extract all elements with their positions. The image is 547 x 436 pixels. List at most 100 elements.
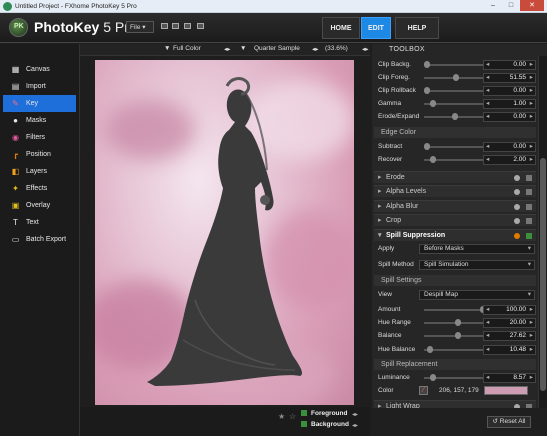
maximize-button[interactable]: □ bbox=[502, 0, 520, 11]
reset-icon[interactable] bbox=[514, 189, 520, 195]
photokey-logo: PK bbox=[9, 18, 28, 37]
quality-stepper[interactable]: ◂▸ bbox=[312, 45, 319, 53]
clip-foreground-slider[interactable] bbox=[424, 74, 486, 81]
nav-home[interactable]: HOME bbox=[322, 17, 360, 39]
slider-knob[interactable] bbox=[452, 113, 458, 120]
sidebar-item-filters[interactable]: ◉ Filters bbox=[3, 129, 76, 146]
slider-knob[interactable] bbox=[429, 100, 436, 107]
panel-alpha-levels[interactable]: ▸ Alpha Levels bbox=[374, 185, 536, 197]
gamma-spinner[interactable]: ◂ 1.00 ▸ bbox=[483, 99, 536, 109]
recover-slider[interactable] bbox=[424, 156, 486, 163]
hue-range-spinner[interactable]: ◂ 20.00 ▸ bbox=[483, 318, 536, 328]
foreground-stepper[interactable]: ◂▸ bbox=[352, 411, 358, 418]
color-mode-select[interactable]: Full Color bbox=[173, 45, 201, 52]
slider-knob[interactable] bbox=[429, 156, 436, 163]
slider-knob[interactable] bbox=[426, 346, 433, 353]
slider-knob[interactable] bbox=[424, 143, 430, 150]
sidebar-item-batch-export[interactable]: ▭ Batch Export bbox=[3, 231, 76, 248]
enable-toggle[interactable] bbox=[526, 218, 532, 224]
slider-knob[interactable] bbox=[424, 61, 430, 68]
color-mode-stepper[interactable]: ◂▸ bbox=[224, 45, 231, 53]
scrollbar-thumb[interactable] bbox=[540, 158, 546, 391]
panel-spill-suppression[interactable]: ▾ Spill Suppression bbox=[374, 229, 536, 241]
sidebar-item-effects[interactable]: ✦ Effects bbox=[3, 180, 76, 197]
foreground-check-icon[interactable] bbox=[301, 410, 307, 417]
luminance-spinner[interactable]: ◂ 8.57 ▸ bbox=[483, 373, 536, 383]
clip-rollback-slider[interactable] bbox=[424, 87, 486, 94]
sidebar-item-canvas[interactable]: ▦ Canvas bbox=[3, 61, 76, 78]
eyedropper-icon[interactable]: ⁄ bbox=[419, 386, 428, 395]
reset-icon[interactable] bbox=[514, 233, 520, 239]
amount-slider[interactable] bbox=[424, 306, 486, 313]
clip-background-spinner[interactable]: ◂ 0.00 ▸ bbox=[483, 60, 536, 70]
sidebar-item-overlay[interactable]: ▣ Overlay bbox=[3, 197, 76, 214]
color-swatch[interactable] bbox=[484, 386, 528, 395]
reset-icon[interactable] bbox=[514, 204, 520, 210]
position-icon: ┏ bbox=[13, 150, 18, 159]
reset-icon[interactable] bbox=[514, 218, 520, 224]
open-icon[interactable] bbox=[172, 23, 179, 29]
sidebar-item-masks[interactable]: ● Masks bbox=[3, 112, 76, 129]
balance-spinner[interactable]: ◂ 27.62 ▸ bbox=[483, 331, 536, 341]
hue-balance-spinner[interactable]: ◂ 10.48 ▸ bbox=[483, 345, 536, 355]
reset-icon[interactable] bbox=[514, 175, 520, 181]
close-button[interactable]: ✕ bbox=[520, 0, 544, 11]
zoom-stepper[interactable]: ◂▸ bbox=[362, 45, 369, 53]
luminance-slider[interactable] bbox=[424, 374, 486, 381]
erode-expand-slider[interactable] bbox=[424, 113, 486, 120]
subtract-slider[interactable] bbox=[424, 143, 486, 150]
hue-balance-slider[interactable] bbox=[424, 346, 486, 353]
favorite-outline-icon[interactable]: ☆ bbox=[289, 412, 296, 421]
slider-knob[interactable] bbox=[454, 319, 461, 326]
slider-knob[interactable] bbox=[424, 87, 430, 94]
clip-background-slider[interactable] bbox=[424, 61, 486, 68]
clip-rollback-spinner[interactable]: ◂ 0.00 ▸ bbox=[483, 86, 536, 96]
slider-knob[interactable] bbox=[453, 74, 460, 81]
panel-erode[interactable]: ▸ Erode bbox=[374, 171, 536, 183]
clip-foreground-spinner[interactable]: ◂ 51.55 ▸ bbox=[483, 73, 536, 83]
nav-edit[interactable]: EDIT bbox=[361, 17, 391, 39]
sidebar-item-key[interactable]: ✎ Key bbox=[3, 95, 76, 112]
amount-spinner[interactable]: ◂ 100.00 ▸ bbox=[483, 305, 536, 315]
background-check-icon[interactable] bbox=[301, 421, 307, 428]
spill-replacement-header: Spill Replacement bbox=[374, 359, 536, 370]
foreground-toggle[interactable]: Foreground bbox=[301, 410, 347, 417]
apply-select[interactable]: Before Masks ▾ bbox=[419, 244, 535, 254]
enable-toggle[interactable] bbox=[526, 175, 532, 181]
print-icon[interactable] bbox=[197, 23, 204, 29]
import-icon: ▤ bbox=[11, 82, 20, 91]
sidebar-item-import[interactable]: ▤ Import bbox=[3, 78, 76, 95]
file-menu[interactable]: File ▾ bbox=[126, 21, 154, 33]
recover-spinner[interactable]: ◂ 2.00 ▸ bbox=[483, 155, 536, 165]
enable-toggle[interactable] bbox=[526, 189, 532, 195]
background-stepper[interactable]: ◂▸ bbox=[352, 422, 358, 429]
slider-knob[interactable] bbox=[429, 374, 436, 381]
background-toggle[interactable]: Background bbox=[301, 421, 349, 428]
favorite-icon[interactable]: ★ bbox=[278, 412, 285, 421]
toolbox-scrollbar[interactable] bbox=[538, 56, 547, 408]
erode-expand-spinner[interactable]: ◂ 0.00 ▸ bbox=[483, 112, 536, 122]
luminance-row: Luminance ◂ 8.57 ▸ bbox=[372, 372, 538, 384]
image-canvas[interactable] bbox=[95, 60, 354, 405]
save-icon[interactable] bbox=[184, 23, 191, 29]
sidebar-item-text[interactable]: T Text bbox=[3, 214, 76, 231]
enable-toggle[interactable] bbox=[526, 204, 532, 210]
minimize-button[interactable]: – bbox=[484, 0, 502, 11]
slider-knob[interactable] bbox=[454, 332, 461, 339]
panel-crop[interactable]: ▸ Crop bbox=[374, 214, 536, 226]
view-toolbar: ▼ Full Color ◂▸ ▼ Quarter Sample ◂▸ (33.… bbox=[80, 44, 370, 56]
gamma-slider[interactable] bbox=[424, 100, 486, 107]
nav-help[interactable]: HELP bbox=[395, 17, 439, 39]
reset-all-button[interactable]: ↺ Reset All bbox=[487, 416, 531, 428]
new-icon[interactable] bbox=[161, 23, 168, 29]
subtract-spinner[interactable]: ◂ 0.00 ▸ bbox=[483, 142, 536, 152]
spill-method-select[interactable]: Spill Simulation ▾ bbox=[419, 260, 535, 270]
panel-alpha-blur[interactable]: ▸ Alpha Blur bbox=[374, 200, 536, 212]
view-select[interactable]: Despill Map ▾ bbox=[419, 290, 535, 300]
balance-slider[interactable] bbox=[424, 332, 486, 339]
quality-select[interactable]: Quarter Sample bbox=[254, 45, 300, 52]
hue-range-slider[interactable] bbox=[424, 319, 486, 326]
sidebar-item-position[interactable]: ┏ Position bbox=[3, 146, 76, 163]
enable-toggle[interactable] bbox=[526, 233, 532, 239]
sidebar-item-layers[interactable]: ◧ Layers bbox=[3, 163, 76, 180]
